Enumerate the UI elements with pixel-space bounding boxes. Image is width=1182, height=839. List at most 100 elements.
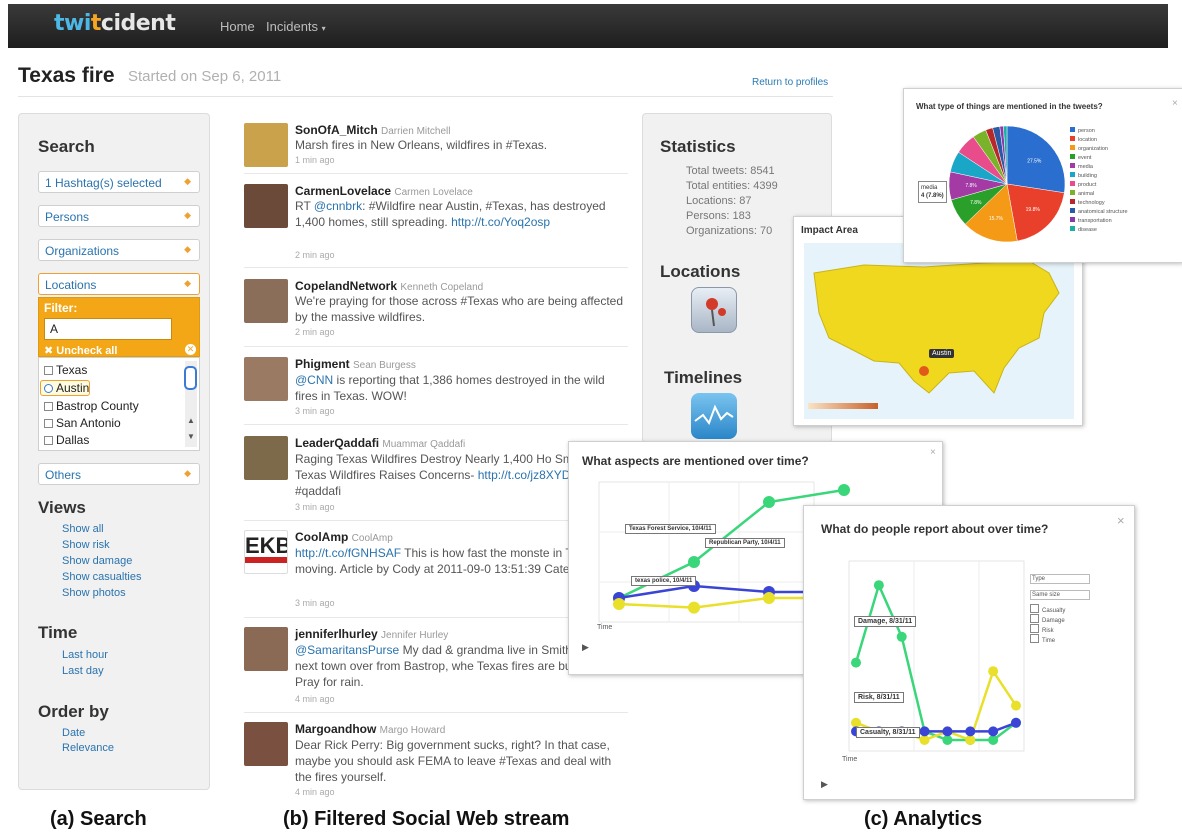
tweet-user[interactable]: jenniferlhurley Jennifer Hurley — [295, 627, 448, 641]
legend-item: person — [1070, 127, 1180, 136]
pie-chart[interactable]: 27.5% 19.8% 15.7% 7.8% 7.8% — [942, 119, 1072, 249]
avatar[interactable] — [244, 357, 288, 401]
order-link[interactable]: Date — [62, 727, 85, 739]
stat-line: Total tweets: 8541 — [686, 165, 775, 177]
data-point — [763, 496, 775, 508]
filter-input[interactable]: A — [44, 318, 172, 340]
checkbox[interactable] — [1030, 614, 1039, 623]
legend-label: person — [1078, 128, 1095, 134]
avatar[interactable]: EKBL — [244, 530, 288, 574]
data-point — [965, 735, 976, 745]
view-link[interactable]: Show photos — [62, 587, 126, 599]
us-map[interactable] — [804, 243, 1074, 419]
legend-label: disease — [1078, 227, 1097, 233]
caret-icon: ◆ — [184, 468, 191, 478]
legend-swatch — [1070, 199, 1075, 204]
divider — [244, 173, 628, 174]
legend-item: transportation — [1070, 217, 1180, 226]
data-point — [613, 598, 625, 610]
tweet-user[interactable]: SonOfA_Mitch Darrien Mitchell — [295, 123, 450, 137]
persons-button[interactable]: Persons ◆ — [38, 205, 200, 227]
reports-over-time-panel: What do people report about over time? ×… — [803, 505, 1135, 800]
view-link[interactable]: Show casualties — [62, 571, 142, 583]
data-point — [942, 726, 953, 737]
caret-icon: ◆ — [184, 244, 191, 254]
legend-swatch — [1070, 190, 1075, 195]
divider — [244, 267, 628, 268]
location-item[interactable]: San Antonio — [44, 416, 121, 430]
legend-swatch — [1070, 181, 1075, 186]
locations-heading: Locations — [660, 262, 741, 281]
tweet-user[interactable]: CoolAmp CoolAmp — [295, 530, 393, 544]
checkbox[interactable] — [44, 436, 53, 445]
nav-home[interactable]: Home — [220, 19, 255, 34]
avatar[interactable] — [244, 123, 288, 167]
logo[interactable]: twitcident — [54, 11, 176, 36]
uncheck-all-button[interactable]: ✖ Uncheck all — [44, 344, 117, 357]
tweet-user[interactable]: Margoandhow Margo Howard — [295, 722, 445, 736]
close-icon[interactable]: × — [1172, 98, 1178, 109]
checkbox[interactable] — [44, 384, 53, 393]
scroll-thumb[interactable] — [184, 366, 197, 390]
checkbox[interactable] — [1030, 634, 1039, 643]
locations-button[interactable]: Locations ◆ — [38, 273, 200, 295]
tweet-time: 3 min ago — [295, 502, 335, 512]
divider — [244, 346, 628, 347]
legend-label: media — [1078, 164, 1093, 170]
data-point — [942, 735, 953, 745]
location-item[interactable]: Bastrop County — [44, 399, 139, 413]
data-point — [873, 580, 884, 591]
view-link[interactable]: Show all — [62, 523, 104, 535]
others-button[interactable]: Others ◆ — [38, 463, 200, 485]
checkbox[interactable] — [1030, 604, 1039, 613]
avatar[interactable] — [244, 627, 288, 671]
time-link[interactable]: Last day — [62, 665, 104, 677]
time-link[interactable]: Last hour — [62, 649, 108, 661]
legend-label: transportation — [1078, 218, 1112, 224]
pie-slice-label: 19.8% — [1026, 207, 1041, 213]
avatar[interactable] — [244, 436, 288, 480]
order-link[interactable]: Relevance — [62, 742, 114, 754]
location-item[interactable]: Texas — [44, 363, 87, 377]
tweet-user[interactable]: CopelandNetwork Kenneth Copeland — [295, 279, 483, 293]
play-icon[interactable]: ▶ — [821, 779, 828, 790]
checkbox[interactable] — [44, 402, 53, 411]
view-link[interactable]: Show risk — [62, 539, 110, 551]
legend-swatch — [1070, 136, 1075, 141]
view-link[interactable]: Show damage — [62, 555, 132, 567]
checkbox[interactable] — [44, 366, 53, 375]
tweet-time: 4 min ago — [295, 694, 335, 704]
series-line — [854, 581, 1017, 742]
avatar[interactable] — [244, 722, 288, 766]
avatar[interactable] — [244, 279, 288, 323]
tweet-user[interactable]: LeaderQaddafi Muammar Qaddafi — [295, 436, 465, 450]
legend-item: location — [1070, 136, 1180, 145]
tweet-user[interactable]: Phigment Sean Burgess — [295, 357, 416, 371]
play-icon[interactable]: ▶ — [582, 642, 589, 653]
tweet-user[interactable]: CarmenLovelace Carmen Lovelace — [295, 184, 473, 198]
checkbox[interactable] — [1030, 624, 1039, 633]
scroll-down-icon[interactable]: ▼ — [187, 432, 195, 441]
hashtag-button[interactable]: 1 Hashtag(s) selected ◆ — [38, 171, 200, 193]
checkbox[interactable] — [44, 419, 53, 428]
organizations-button[interactable]: Organizations ◆ — [38, 239, 200, 261]
chart-controls[interactable]: Type Same size Casualty Damage Risk Time — [1030, 574, 1090, 644]
search-heading: Search — [38, 137, 95, 156]
map-pin-icon[interactable] — [691, 287, 737, 333]
pie-slice-label: 7.8% — [965, 183, 977, 189]
filter-label: Filter: — [44, 301, 78, 315]
legend-swatch — [1070, 217, 1075, 222]
location-item[interactable]: Dallas — [44, 433, 89, 447]
location-item[interactable]: Austin — [44, 381, 89, 395]
navbar — [8, 4, 1168, 48]
nav-incidents[interactable]: Incidents ▾ — [266, 19, 326, 34]
legend-item: media — [1070, 163, 1180, 172]
scroll-up-icon[interactable]: ▲ — [187, 416, 195, 425]
avatar[interactable] — [244, 184, 288, 228]
timeline-chart-icon[interactable] — [691, 393, 737, 439]
clear-icon[interactable]: ✕ — [185, 344, 196, 355]
pie-slice-label: 27.5% — [1027, 159, 1042, 165]
caption-search: (a) Search — [50, 808, 147, 830]
caption-stream: (b) Filtered Social Web stream — [283, 808, 570, 830]
return-link[interactable]: Return to profiles — [752, 77, 828, 88]
